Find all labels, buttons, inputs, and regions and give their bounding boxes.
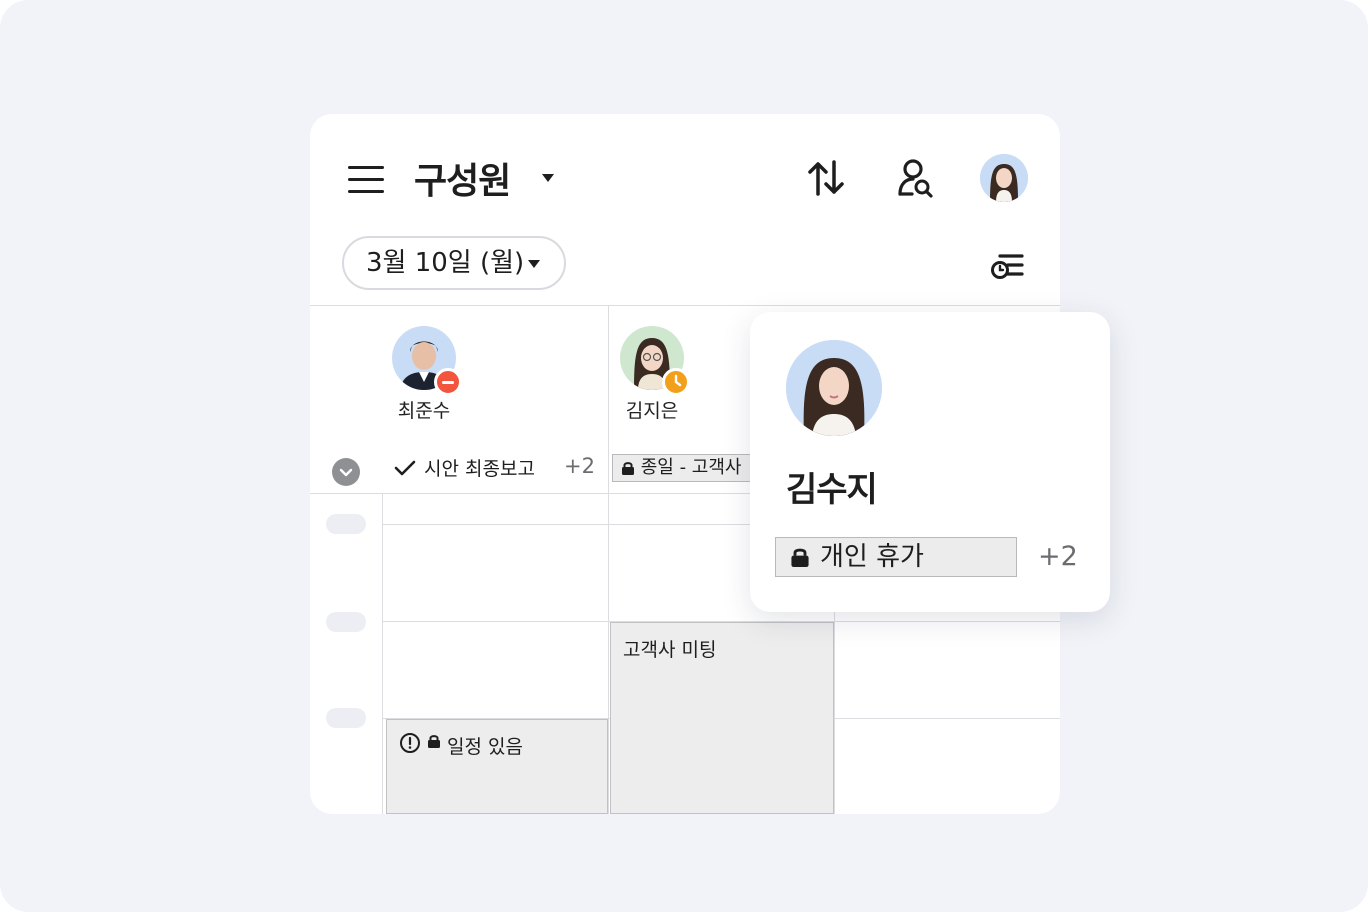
view-settings-icon[interactable]: [988, 248, 1028, 282]
lock-icon: [622, 462, 634, 475]
member-name: 김지은: [625, 400, 679, 422]
chevron-down-icon: [339, 468, 353, 477]
member-search-icon[interactable]: [896, 156, 936, 200]
grid-divider: [382, 494, 383, 814]
away-status-icon: [662, 368, 690, 396]
alert-icon: [400, 733, 420, 753]
member-popover: 김수지 개인 휴가 +2: [750, 312, 1110, 612]
all-day-event-chip[interactable]: 종일 - 고객사: [612, 454, 762, 482]
lock-icon: [791, 548, 809, 567]
time-label-placeholder: [326, 514, 366, 534]
grid-divider: [310, 305, 1060, 306]
lock-icon: [428, 735, 440, 748]
event-block[interactable]: 고객사 미팅: [610, 622, 834, 814]
time-label-placeholder: [326, 612, 366, 632]
expand-toggle[interactable]: [332, 458, 360, 486]
sort-icon[interactable]: [806, 156, 846, 200]
more-count[interactable]: +2: [564, 454, 595, 478]
date-selector[interactable]: 3월 10일 (월): [342, 236, 566, 290]
stage-background: 구성원 3월 10일 (월) 최준수 김지은 시안 최종보고 +2 종일 - 고…: [0, 0, 1368, 912]
popover-event-chip[interactable]: 개인 휴가: [775, 537, 1017, 577]
menu-icon[interactable]: [348, 164, 384, 194]
popover-avatar: [786, 340, 882, 436]
date-label: 3월 10일 (월): [366, 248, 525, 278]
event-title: 일정 있음: [447, 736, 523, 758]
member-column-header[interactable]: 최준수: [364, 326, 484, 423]
event-title: 고객사 미팅: [623, 639, 717, 661]
busy-status-icon: [434, 368, 462, 396]
check-icon: [394, 460, 416, 475]
task-label: 시안 최종보고: [424, 458, 535, 480]
event-block[interactable]: 일정 있음: [386, 719, 608, 814]
member-column-header[interactable]: 김지은: [592, 326, 712, 423]
member-avatar: [392, 326, 462, 396]
caret-down-icon[interactable]: [540, 172, 556, 184]
chip-label: 개인 휴가: [820, 542, 924, 572]
chip-label: 종일 - 고객사: [640, 457, 742, 478]
popover-member-name: 김수지: [786, 470, 878, 510]
more-count[interactable]: +2: [1038, 541, 1078, 572]
my-avatar[interactable]: [980, 154, 1028, 202]
caret-down-icon: [528, 260, 540, 268]
member-avatar: [620, 326, 690, 396]
page-title[interactable]: 구성원: [414, 152, 511, 204]
member-name: 최준수: [397, 400, 451, 422]
time-label-placeholder: [326, 708, 366, 728]
all-day-task[interactable]: 시안 최종보고: [394, 454, 535, 481]
